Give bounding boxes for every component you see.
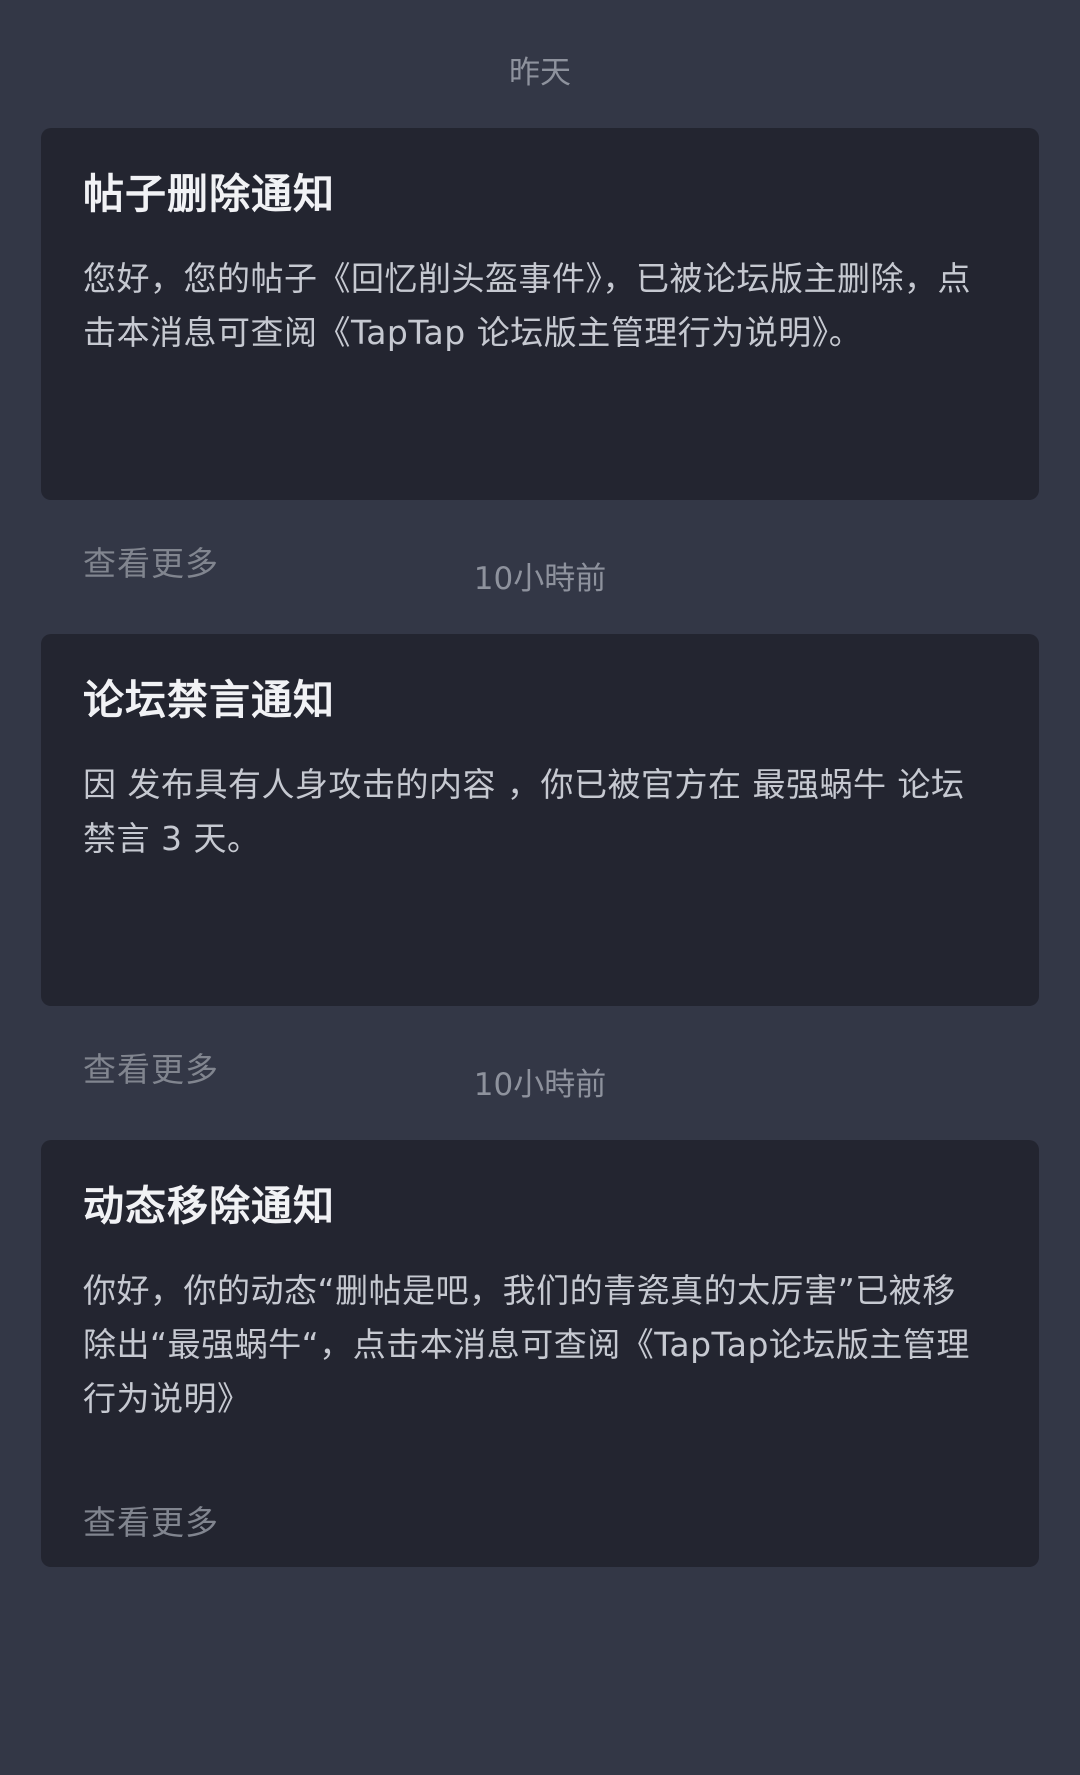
notification-title: 论坛禁言通知 [83, 676, 335, 724]
notification-card-forum-muted[interactable]: 论坛禁言通知 因 发布具有人身攻击的内容 ，你已被官方在 最强蜗牛 论坛禁言 3… [41, 634, 1039, 1089]
notification-card-post-removed[interactable]: 动态移除通知 你好，你的动态“删帖是吧，我们的青瓷真的太厉害”已被移除出“最强蜗… [41, 1140, 1039, 1567]
notification-body: 您好，您的帖子《回忆削头盔事件》，已被论坛版主删除，点击本消息可查阅《TapTa… [83, 259, 971, 352]
notification-body: 你好，你的动态“删帖是吧，我们的青瓷真的太厉害”已被移除出“最强蜗牛“，点击本消… [83, 1271, 970, 1418]
notification-title: 帖子删除通知 [83, 170, 335, 218]
timestamp-label: 10小時前 [473, 561, 607, 597]
notification-title: 动态移除通知 [83, 1182, 335, 1230]
timestamp-label: 10小時前 [473, 1067, 607, 1103]
notification-body: 因 发布具有人身攻击的内容 ，你已被官方在 最强蜗牛 论坛禁言 3 天。 [83, 765, 965, 858]
notification-feed: 昨天 帖子删除通知 您好，您的帖子《回忆削头盔事件》，已被论坛版主删除，点击本消… [0, 0, 1080, 1775]
view-more-link[interactable]: 查看更多 [83, 1501, 219, 1545]
notification-card-post-deleted[interactable]: 帖子删除通知 您好，您的帖子《回忆削头盔事件》，已被论坛版主删除，点击本消息可查… [41, 128, 1039, 583]
timestamp-label: 昨天 [509, 55, 571, 91]
